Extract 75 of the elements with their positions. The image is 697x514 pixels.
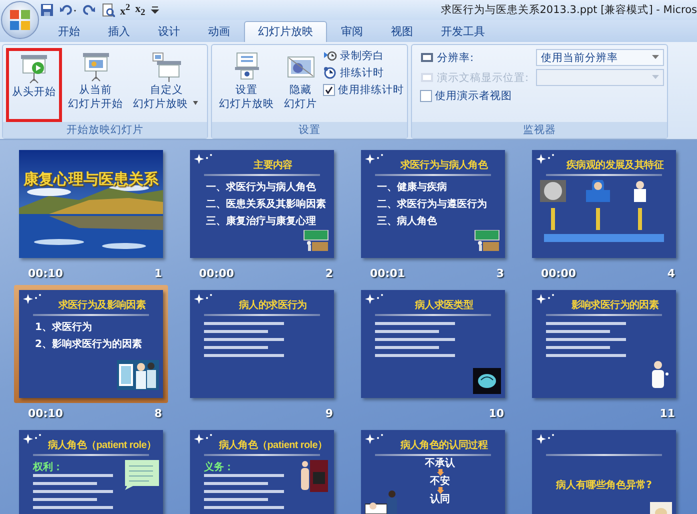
group-label: 监视器 [412, 122, 667, 138]
slide-thumbnail[interactable]: 康复心理与医患关系 [14, 145, 168, 263]
slide-number: 9 [325, 407, 333, 420]
slide-title: 康复心理与医患关系 [22, 170, 160, 189]
ribbon-button[interactable]: 设置 幻灯片放映 [215, 48, 278, 122]
slide-text: 一、健康与疾病 [377, 180, 448, 194]
slide-thumbnail[interactable]: 病人求医类型 [356, 285, 510, 403]
slide-text: 1、求医行为 [35, 320, 93, 334]
ribbon-tab[interactable]: 审阅 [327, 21, 377, 42]
slide-subheading: 义务： [204, 460, 234, 474]
slide-thumbnail[interactable]: 病人有哪些角色异常? [527, 425, 681, 514]
flow-step: 认同 [430, 494, 450, 505]
slide-timing: 00:00 [199, 267, 234, 280]
ribbon-tab[interactable]: 动画 [194, 21, 244, 42]
slide-number: 1 [154, 267, 162, 280]
superscript-button[interactable]: x$_{2}$ [135, 2, 146, 18]
combo-label: 演示文稿显示位置: [437, 70, 530, 84]
slide-number: 11 [660, 407, 675, 420]
slide-title: 疾病观的发展及其特征 [565, 158, 665, 172]
slide-thumbnail[interactable]: 影响求医行为的因素 [527, 285, 681, 403]
slide-subheading: 权利： [33, 460, 63, 474]
slide-title: 求医行为及影响因素 [57, 298, 147, 312]
slide-title: 主要内容 [252, 158, 294, 172]
flow-step: 不安 [430, 476, 450, 487]
slide-thumbnail[interactable]: 病人角色的认同过程 不承认 不安 认同 [356, 425, 510, 514]
slide-title: 病人的求医行为 [238, 298, 308, 312]
slide-number: 2 [325, 267, 333, 280]
superscript-button[interactable]: x$^{2}$ [120, 2, 130, 18]
checkbox-label[interactable]: 使用排练计时 [338, 83, 404, 97]
slide-number: 3 [496, 267, 504, 280]
slide-number: 4 [667, 267, 675, 280]
group-label: 设置 [212, 122, 407, 138]
slide-thumbnail[interactable]: 疾病观的发展及其特征 [527, 145, 681, 263]
slide-text: 二、求医行为与遵医行为 [377, 197, 487, 211]
window-title: 求医行为与医患关系2013.3.ppt [兼容模式] - Micros [440, 3, 697, 17]
slide-title: 求医行为与病人角色 [399, 158, 489, 172]
combo-label: 分辨率: [437, 50, 475, 64]
slide-thumbnail[interactable]: 求医行为与病人角色 一、健康与疾病 二、求医行为与遵医行为 三、病人角色 [356, 145, 510, 263]
ribbon-tab[interactable]: 视图 [377, 21, 427, 42]
ribbon-small-button[interactable]: 排练计时 [323, 66, 404, 80]
slide-title: 病人角色（patient role） [218, 438, 328, 452]
slide-number: 10 [488, 407, 504, 420]
ribbon-tab[interactable]: 开始 [44, 21, 94, 42]
checkbox-label[interactable]: 使用演示者视图 [435, 89, 512, 103]
ribbon-button[interactable]: 自定义 幻灯片放映 [129, 48, 204, 122]
slide-timing: 00:00 [541, 267, 576, 280]
slide-title: 病人角色（patient role） [46, 438, 158, 452]
flow-step: 不承认 [425, 458, 455, 469]
ribbon-button[interactable]: 从当前 幻灯片开始 [64, 48, 127, 122]
slide-text: 二、医患关系及其影响因素 [206, 198, 326, 211]
ribbon-tab[interactable]: 开发工具 [427, 21, 499, 42]
slide-text: 一、求医行为与病人角色 [206, 180, 317, 194]
slide-timing: 00:10 [28, 407, 64, 420]
dropdown-field[interactable]: 使用当前分辨率 [536, 49, 664, 66]
slide-title: 病人求医类型 [414, 298, 474, 312]
slide-thumbnail[interactable]: 病人的求医行为 [185, 285, 339, 403]
slide-title: 病人角色的认同过程 [399, 438, 489, 452]
ribbon-button[interactable]: 隐藏 幻灯片 [280, 48, 321, 122]
slide-text: 三、病人角色 [377, 214, 438, 228]
slide-number: 8 [154, 407, 162, 420]
slide-thumbnail[interactable]: 求医行为及影响因素 1、求医行为 2、影响求医行为的因素 [14, 285, 168, 403]
ribbon-small-button[interactable]: 录制旁白 [323, 49, 404, 63]
slide-thumbnail[interactable]: 病人角色（patient role） 义务： [185, 425, 339, 514]
slide-thumbnail[interactable]: 主要内容 一、求医行为与病人角色 二、医患关系及其影响因素 三、康复治疗与康复心理 [185, 145, 339, 263]
group-label: 开始放映幻灯片 [3, 122, 207, 138]
ribbon-tab[interactable]: 幻灯片放映 [244, 21, 327, 42]
slide-text: 病人有哪些角色异常? [554, 478, 653, 492]
slide-timing: 00:10 [28, 267, 64, 280]
slide-text: 三、康复治疗与康复心理 [206, 214, 317, 228]
slide-timing: 00:01 [370, 267, 406, 280]
slide-title: 影响求医行为的因素 [570, 298, 660, 312]
slide-text: 2、影响求医行为的因素 [35, 338, 142, 351]
ribbon-tab[interactable]: 插入 [94, 21, 144, 42]
slide-thumbnail[interactable]: 病人角色（patient role） 权利： [14, 425, 168, 514]
ribbon-tab[interactable]: 设计 [144, 21, 194, 42]
